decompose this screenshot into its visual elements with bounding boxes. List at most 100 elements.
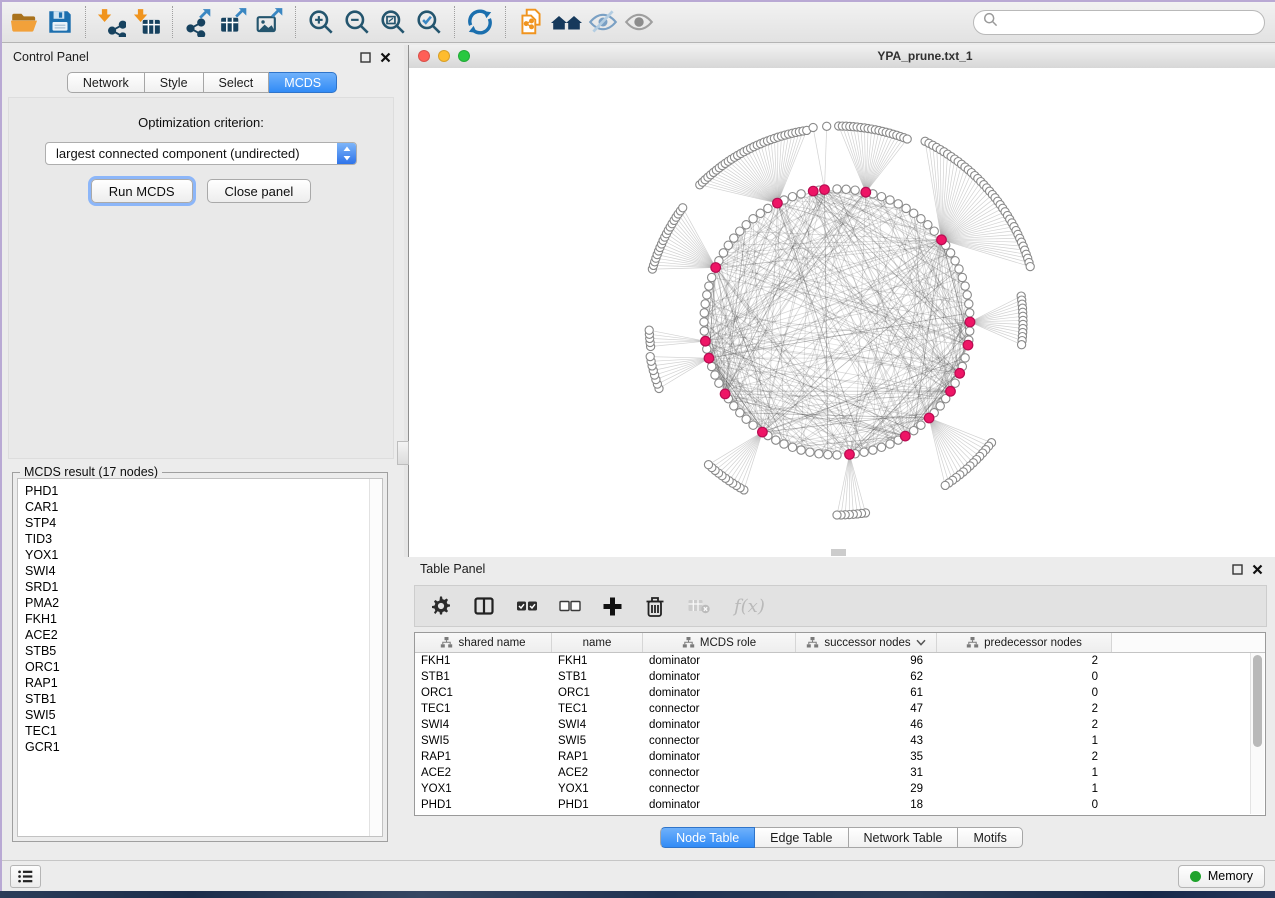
mcds-result-item[interactable]: STB5 xyxy=(25,643,369,659)
show-columns-icon[interactable] xyxy=(473,595,495,617)
vertical-split-grip[interactable] xyxy=(397,441,409,465)
column-header-name[interactable]: name xyxy=(552,633,643,652)
mcds-hub-node[interactable] xyxy=(963,340,973,350)
horizontal-split-grip[interactable] xyxy=(831,549,846,556)
network-canvas[interactable] xyxy=(409,68,1275,556)
mcds-result-item[interactable]: STB1 xyxy=(25,691,369,707)
table-row[interactable]: ACE2ACE2connector311 xyxy=(415,765,1265,781)
table-row[interactable]: FKH1FKH1dominator962 xyxy=(415,653,1265,669)
export-network-icon[interactable] xyxy=(180,5,216,39)
mcds-hub-node[interactable] xyxy=(845,450,855,460)
close-window-button[interactable] xyxy=(418,50,430,62)
zoom-fit-icon[interactable] xyxy=(375,5,411,39)
column-header-successor-nodes[interactable]: successor nodes xyxy=(796,633,937,652)
unselect-all-icon[interactable] xyxy=(559,596,581,616)
node-table[interactable]: shared namenameMCDS rolesuccessor nodesp… xyxy=(414,632,1266,816)
mcds-hub-node[interactable] xyxy=(711,263,721,273)
zoom-in-icon[interactable] xyxy=(303,5,339,39)
network-window-titlebar[interactable]: YPA_prune.txt_1 xyxy=(409,45,1275,69)
table-row[interactable]: PHD1PHD1dominator180 xyxy=(415,797,1265,813)
mcds-result-item[interactable]: SWI4 xyxy=(25,563,369,579)
import-table-icon[interactable] xyxy=(129,5,165,39)
mcds-result-item[interactable]: PMA2 xyxy=(25,595,369,611)
mcds-hub-node[interactable] xyxy=(955,369,965,379)
optimization-criterion-select[interactable]: largest connected component (undirected) xyxy=(45,142,357,165)
memory-button[interactable]: Memory xyxy=(1178,865,1265,888)
mcds-result-item[interactable]: YOX1 xyxy=(25,547,369,563)
table-row[interactable]: STB1STB1dominator620 xyxy=(415,669,1265,685)
mcds-hub-node[interactable] xyxy=(704,353,714,363)
save-session-icon[interactable] xyxy=(42,5,78,39)
table-row[interactable]: SWI4SWI4dominator462 xyxy=(415,717,1265,733)
tab-motifs[interactable]: Motifs xyxy=(958,827,1022,848)
duplicate-network-icon[interactable] xyxy=(513,5,549,39)
mcds-result-item[interactable]: ORC1 xyxy=(25,659,369,675)
table-row[interactable]: RAP1RAP1dominator352 xyxy=(415,749,1265,765)
mcds-hub-node[interactable] xyxy=(946,387,956,397)
export-image-icon[interactable] xyxy=(252,5,288,39)
run-mcds-button[interactable]: Run MCDS xyxy=(91,179,193,203)
zoom-selected-icon[interactable] xyxy=(411,5,447,39)
search-box[interactable] xyxy=(973,10,1265,35)
mcds-hub-node[interactable] xyxy=(924,413,934,423)
table-row[interactable]: YOX1YOX1connector291 xyxy=(415,781,1265,797)
delete-rows-icon[interactable] xyxy=(644,595,666,618)
hide-selected-icon[interactable] xyxy=(585,5,621,39)
mcds-hub-node[interactable] xyxy=(965,317,975,327)
mcds-hub-node[interactable] xyxy=(937,235,947,245)
new-column-icon[interactable] xyxy=(602,596,623,617)
mcds-result-item[interactable]: ACE2 xyxy=(25,627,369,643)
mcds-result-item[interactable]: RAP1 xyxy=(25,675,369,691)
mcds-result-item[interactable]: CAR1 xyxy=(25,499,369,515)
mcds-hub-node[interactable] xyxy=(758,427,768,437)
minimize-window-button[interactable] xyxy=(438,50,450,62)
tab-select[interactable]: Select xyxy=(204,72,270,93)
table-options-icon[interactable] xyxy=(430,595,452,617)
tab-edge-table[interactable]: Edge Table xyxy=(755,827,848,848)
panel-selector-button[interactable] xyxy=(10,865,41,888)
tab-mcds[interactable]: MCDS xyxy=(269,72,337,93)
column-header-shared-name[interactable]: shared name xyxy=(415,633,552,652)
mcds-result-list[interactable]: PHD1CAR1STP4TID3YOX1SWI4SRD1PMA2FKH1ACE2… xyxy=(18,479,369,836)
first-neighbors-icon[interactable] xyxy=(549,5,585,39)
mcds-result-item[interactable]: FKH1 xyxy=(25,611,369,627)
mcds-result-item[interactable]: SWI5 xyxy=(25,707,369,723)
tab-network[interactable]: Network xyxy=(67,72,145,93)
zoom-out-icon[interactable] xyxy=(339,5,375,39)
mcds-hub-node[interactable] xyxy=(901,431,911,441)
open-session-icon[interactable] xyxy=(6,5,42,39)
table-scrollbar-thumb[interactable] xyxy=(1253,655,1262,747)
table-scrollbar[interactable] xyxy=(1250,653,1264,814)
mcds-result-item[interactable]: GCR1 xyxy=(25,739,369,755)
refresh-layout-icon[interactable] xyxy=(462,5,498,39)
select-all-icon[interactable] xyxy=(516,596,538,616)
float-panel-icon[interactable] xyxy=(360,52,371,63)
network-graph[interactable] xyxy=(409,68,1275,556)
show-all-icon[interactable] xyxy=(621,5,657,39)
tab-style[interactable]: Style xyxy=(145,72,204,93)
node-table-body[interactable]: FKH1FKH1dominator962STB1STB1dominator620… xyxy=(415,653,1265,813)
import-network-icon[interactable] xyxy=(93,5,129,39)
mcds-hub-node[interactable] xyxy=(773,198,783,208)
zoom-window-button[interactable] xyxy=(458,50,470,62)
mcds-result-scrollbar[interactable] xyxy=(369,479,382,836)
close-table-panel-icon[interactable] xyxy=(1252,564,1263,575)
search-input[interactable] xyxy=(1004,14,1255,30)
mcds-hub-node[interactable] xyxy=(861,187,871,197)
table-row[interactable]: SWI5SWI5connector431 xyxy=(415,733,1265,749)
mcds-result-item[interactable]: SRD1 xyxy=(25,579,369,595)
export-table-icon[interactable] xyxy=(216,5,252,39)
mcds-result-item[interactable]: TID3 xyxy=(25,531,369,547)
tab-network-table[interactable]: Network Table xyxy=(849,827,959,848)
mcds-result-item[interactable]: STP4 xyxy=(25,515,369,531)
column-header-mcds-role[interactable]: MCDS role xyxy=(643,633,796,652)
float-table-panel-icon[interactable] xyxy=(1232,564,1243,575)
close-panel-icon[interactable] xyxy=(380,52,391,63)
mcds-result-item[interactable]: PHD1 xyxy=(25,483,369,499)
table-row[interactable]: TEC1TEC1connector472 xyxy=(415,701,1265,717)
mcds-result-item[interactable]: TEC1 xyxy=(25,723,369,739)
mcds-hub-node[interactable] xyxy=(820,185,830,195)
table-row[interactable]: ORC1ORC1dominator610 xyxy=(415,685,1265,701)
tab-node-table[interactable]: Node Table xyxy=(660,827,755,848)
close-panel-button[interactable]: Close panel xyxy=(207,179,312,203)
